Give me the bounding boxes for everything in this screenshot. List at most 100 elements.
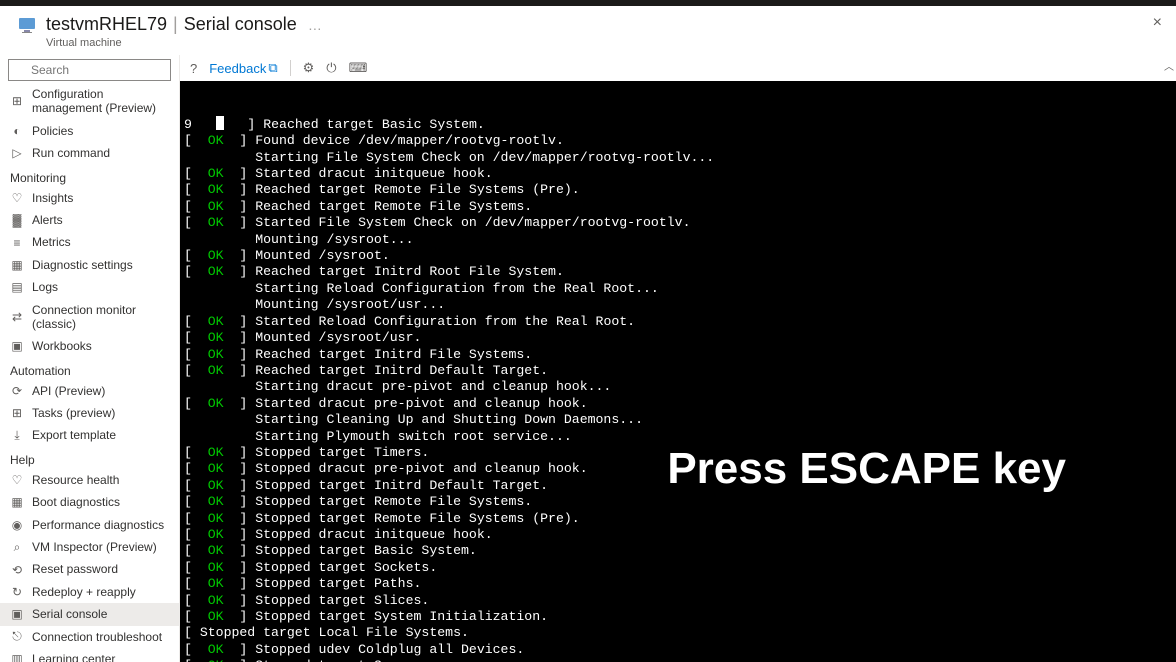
status-ok: OK bbox=[208, 314, 224, 329]
sidebar-item-run-command[interactable]: ▷Run command bbox=[0, 142, 179, 164]
console-line: [ Stopped target Local File Systems. bbox=[184, 625, 1172, 641]
run-command-icon: ▷ bbox=[10, 146, 24, 160]
console-line: [ OK ] Stopped target System Initializat… bbox=[184, 609, 1172, 625]
status-ok: OK bbox=[208, 215, 224, 230]
res-health-icon: ♡ bbox=[10, 473, 24, 487]
search-input[interactable] bbox=[8, 59, 171, 81]
console-line: [ OK ] Stopped target Timers. bbox=[184, 445, 1172, 461]
sidebar-item-label: VM Inspector (Preview) bbox=[32, 540, 171, 554]
conn-trouble-icon: ⎋ bbox=[10, 630, 24, 644]
sidebar-item-label: Export template bbox=[32, 428, 171, 442]
conn-monitor-icon: ⇄ bbox=[10, 310, 24, 324]
status-ok: OK bbox=[208, 560, 224, 575]
console-line: [ OK ] Stopped target Initrd Default Tar… bbox=[184, 478, 1172, 494]
keyboard-icon[interactable]: ⌨ bbox=[349, 60, 368, 76]
sidebar-item-export-template[interactable]: ⤓Export template bbox=[0, 424, 179, 446]
status-ok: OK bbox=[208, 133, 224, 148]
sidebar-item-conn-monitor[interactable]: ⇄ Connection monitor (classic) bbox=[0, 299, 179, 336]
console-line: [ OK ] Stopped target Paths. bbox=[184, 576, 1172, 592]
sidebar-item-perf-diag[interactable]: ◉Performance diagnostics bbox=[0, 514, 179, 536]
sidebar-item-insights[interactable]: ♡ Insights bbox=[0, 187, 179, 209]
status-ok: OK bbox=[208, 182, 224, 197]
sidebar-item-reset-pw[interactable]: ⟲Reset password bbox=[0, 558, 179, 580]
sidebar-item-label: Workbooks bbox=[32, 339, 171, 353]
sidebar: ⌕ ︿ ⊞Configuration management (Preview)◐… bbox=[0, 55, 180, 662]
status-ok: OK bbox=[208, 609, 224, 624]
boot-diag-icon: ▦ bbox=[10, 495, 24, 509]
nav-section-help: Help bbox=[0, 447, 179, 469]
console-line: Mounting /sysroot... bbox=[184, 232, 1172, 248]
sidebar-item-vm-inspector[interactable]: ⌕ VM Inspector (Preview) bbox=[0, 536, 179, 558]
vm-name: testvmRHEL79 bbox=[46, 14, 167, 34]
status-ok: OK bbox=[208, 642, 224, 657]
status-ok: OK bbox=[208, 576, 224, 591]
sidebar-item-tasks[interactable]: ⊞Tasks (preview) bbox=[0, 402, 179, 424]
sidebar-item-learning[interactable]: ▥Learning center bbox=[0, 648, 179, 662]
power-icon[interactable]: ⏻ bbox=[326, 60, 336, 76]
console-line: [ OK ] Started File System Check on /dev… bbox=[184, 215, 1172, 231]
console-line: [ OK ] Stopped udev Coldplug all Devices… bbox=[184, 642, 1172, 658]
console-line: [ OK ] Reached target Initrd Root File S… bbox=[184, 264, 1172, 280]
sidebar-item-serial-console[interactable]: ▣Serial console bbox=[0, 603, 179, 625]
nav-section-automation: Automation bbox=[0, 358, 179, 380]
console-line: [ OK ] Stopped dracut initqueue hook. bbox=[184, 527, 1172, 543]
sidebar-item-redeploy[interactable]: ↻Redeploy + reapply bbox=[0, 581, 179, 603]
toolbar: ? Feedback⧉ ⚙ ⏻ ⌨ bbox=[180, 55, 1176, 81]
sidebar-item-label: Performance diagnostics bbox=[32, 518, 171, 532]
console-line: [ OK ] Started Reload Configuration from… bbox=[184, 314, 1172, 330]
diag-settings-icon: ▦ bbox=[10, 258, 24, 272]
sidebar-item-diag-settings[interactable]: ▦ Diagnostic settings bbox=[0, 254, 179, 276]
external-link-icon: ⧉ bbox=[268, 60, 277, 76]
resource-type: Virtual machine bbox=[46, 37, 323, 49]
status-ok: OK bbox=[208, 248, 224, 263]
more-menu[interactable]: … bbox=[308, 17, 323, 33]
blade-header: testvmRHEL79|Serial console … Virtual ma… bbox=[0, 6, 1176, 55]
sidebar-item-alerts[interactable]: ▓ Alerts bbox=[0, 209, 179, 231]
sidebar-item-label: Resource health bbox=[32, 473, 171, 487]
learning-icon: ▥ bbox=[10, 652, 24, 662]
sidebar-item-policies[interactable]: ◐Policies bbox=[0, 120, 179, 142]
sidebar-item-api[interactable]: ⟳ API (Preview) bbox=[0, 380, 179, 402]
api-icon: ⟳ bbox=[10, 384, 24, 398]
status-ok: OK bbox=[208, 478, 224, 493]
insights-icon: ♡ bbox=[10, 191, 24, 205]
nav-section-monitoring: Monitoring bbox=[0, 165, 179, 187]
console-line: [ OK ] Stopped target Basic System. bbox=[184, 543, 1172, 559]
sidebar-item-logs[interactable]: ▤Logs bbox=[0, 276, 179, 298]
status-ok: OK bbox=[208, 396, 224, 411]
console-line: [ OK ] Reached target Initrd Default Tar… bbox=[184, 363, 1172, 379]
sidebar-item-label: Diagnostic settings bbox=[32, 258, 171, 272]
feedback-link[interactable]: Feedback⧉ bbox=[209, 60, 277, 76]
settings-icon[interactable]: ⚙ bbox=[303, 60, 315, 76]
console-line: [ OK ] Stopped target Remote File System… bbox=[184, 494, 1172, 510]
sidebar-item-label: Alerts bbox=[32, 213, 171, 227]
console-line: [ OK ] Stopped target Slices. bbox=[184, 593, 1172, 609]
status-ok: OK bbox=[208, 330, 224, 345]
blade-name: Serial console bbox=[184, 14, 297, 34]
close-icon[interactable]: × bbox=[1153, 14, 1162, 32]
sidebar-item-label: API (Preview) bbox=[32, 384, 171, 398]
sidebar-item-workbooks[interactable]: ▣Workbooks bbox=[0, 335, 179, 357]
vm-inspector-icon: ⌕ bbox=[10, 540, 24, 554]
status-ok: OK bbox=[208, 527, 224, 542]
alerts-icon: ▓ bbox=[10, 213, 24, 227]
console-line: [ OK ] Reached target Remote File System… bbox=[184, 199, 1172, 215]
status-ok: OK bbox=[208, 511, 224, 526]
console-line: Starting Reload Configuration from the R… bbox=[184, 281, 1172, 297]
sidebar-item-label: Insights bbox=[32, 191, 171, 205]
status-ok: OK bbox=[208, 264, 224, 279]
status-ok: OK bbox=[208, 363, 224, 378]
console-line: [ OK ] Started dracut pre-pivot and clea… bbox=[184, 396, 1172, 412]
sidebar-item-metrics[interactable]: ≡Metrics bbox=[0, 231, 179, 253]
sidebar-item-label: Connection monitor (classic) bbox=[32, 303, 171, 332]
console-line: [ OK ] Reached target Remote File System… bbox=[184, 182, 1172, 198]
status-ok: OK bbox=[208, 461, 224, 476]
help-icon[interactable]: ? bbox=[190, 61, 197, 76]
sidebar-item-conn-trouble[interactable]: ⎋Connection troubleshoot bbox=[0, 626, 179, 648]
status-ok: OK bbox=[208, 494, 224, 509]
console-line: [ OK ] Stopped target Swap. bbox=[184, 658, 1172, 662]
serial-console-output[interactable]: 9 ] Reached target Basic System.[ OK ] F… bbox=[180, 81, 1176, 662]
sidebar-item-res-health[interactable]: ♡ Resource health bbox=[0, 469, 179, 491]
sidebar-item-config-mgmt[interactable]: ⊞Configuration management (Preview) bbox=[0, 83, 179, 120]
sidebar-item-boot-diag[interactable]: ▦Boot diagnostics bbox=[0, 491, 179, 513]
